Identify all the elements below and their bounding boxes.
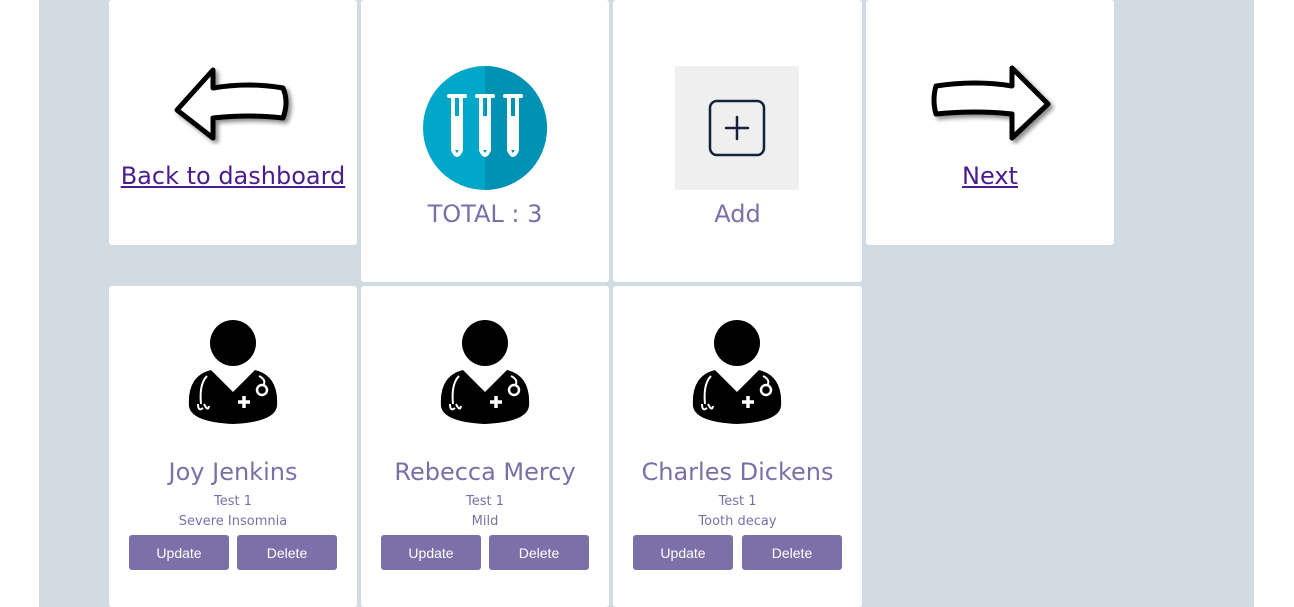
add-label[interactable]: Add (613, 200, 862, 228)
patient-card: Charles Dickens Test 1 Tooth decay Updat… (613, 286, 862, 607)
back-to-dashboard-link[interactable]: Back to dashboard (109, 162, 357, 190)
next-card: Next (866, 0, 1114, 245)
delete-button[interactable]: Delete (742, 535, 842, 570)
patient-card: Rebecca Mercy Test 1 Mild Update Delete (361, 286, 609, 607)
back-card: Back to dashboard (109, 0, 357, 245)
plus-square-icon (708, 99, 766, 157)
patient-name: Joy Jenkins (168, 458, 298, 486)
patient-test: Test 1 (465, 494, 504, 509)
patient-test: Test 1 (718, 494, 757, 509)
doctor-stethoscope-icon (440, 320, 530, 424)
patient-condition: Mild (471, 514, 499, 529)
delete-button[interactable]: Delete (237, 535, 337, 570)
total-card: TOTAL : 3 (361, 0, 609, 282)
add-card: Add (613, 0, 862, 282)
doctor-stethoscope-icon (188, 320, 278, 424)
left-arrow-icon[interactable] (169, 62, 299, 152)
patient-condition: Severe Insomnia (178, 514, 288, 529)
add-button[interactable] (675, 66, 799, 190)
next-link[interactable]: Next (866, 162, 1114, 190)
test-tubes-icon (423, 66, 547, 190)
right-arrow-icon[interactable] (926, 62, 1056, 152)
update-button[interactable]: Update (633, 535, 733, 570)
patient-condition: Tooth decay (698, 514, 777, 529)
patient-card: Joy Jenkins Test 1 Severe Insomnia Updat… (109, 286, 357, 607)
update-button[interactable]: Update (381, 535, 481, 570)
delete-button[interactable]: Delete (489, 535, 589, 570)
update-button[interactable]: Update (129, 535, 229, 570)
patient-test: Test 1 (213, 494, 252, 509)
patient-name: Charles Dickens (641, 458, 834, 486)
doctor-stethoscope-icon (692, 320, 782, 424)
patient-name: Rebecca Mercy (394, 458, 576, 486)
total-count-label: TOTAL : 3 (427, 200, 543, 228)
